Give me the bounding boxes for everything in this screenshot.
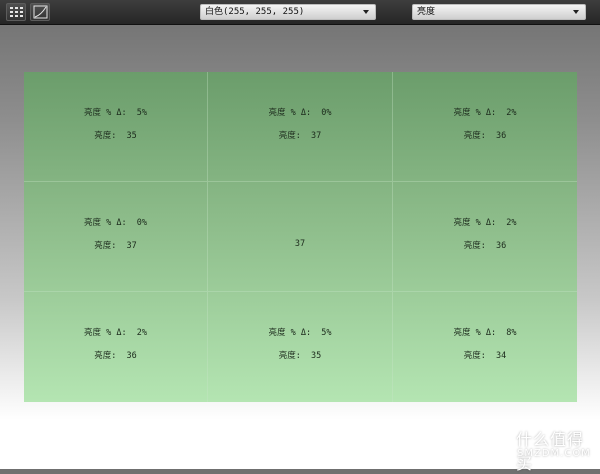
uniformity-grid: 亮度 % Δ: 5% 亮度: 35 亮度 % Δ: 0% 亮度: 37 亮度 %… bbox=[24, 72, 577, 402]
curve-chart-icon bbox=[33, 5, 48, 19]
luminance-delta: 亮度 % Δ: 5% bbox=[83, 108, 148, 118]
luminance-value: 37 bbox=[294, 239, 306, 249]
luminance-value: 亮度: 37 bbox=[94, 241, 137, 251]
luminance-value: 亮度: 36 bbox=[463, 131, 507, 141]
metric-select[interactable]: 亮度 bbox=[412, 4, 586, 20]
toolbar: 白色(255, 255, 255) 亮度 bbox=[0, 0, 600, 25]
luminance-delta: 亮度 % Δ: 0% bbox=[268, 108, 332, 118]
metric-select-value: 亮度 bbox=[417, 7, 436, 17]
luminance-value: 亮度: 36 bbox=[463, 241, 507, 251]
grid-cell-bottom-left: 亮度 % Δ: 2% 亮度: 36 bbox=[24, 292, 208, 402]
grid-view-icon bbox=[10, 7, 23, 17]
luminance-delta: 亮度 % Δ: 2% bbox=[83, 328, 148, 338]
luminance-value: 亮度: 35 bbox=[278, 351, 322, 361]
grid-cell-bottom-right: 亮度 % Δ: 8% 亮度: 34 bbox=[393, 292, 577, 402]
luminance-value: 亮度: 35 bbox=[94, 131, 137, 141]
watermark-url: SMZDM.COM bbox=[517, 448, 591, 459]
grid-cell-top-right: 亮度 % Δ: 2% 亮度: 36 bbox=[393, 72, 577, 182]
color-select-value: 白色(255, 255, 255) bbox=[205, 7, 305, 17]
chevron-down-icon bbox=[573, 10, 579, 14]
grid-cell-top-left: 亮度 % Δ: 5% 亮度: 35 bbox=[24, 72, 208, 182]
luminance-delta: 亮度 % Δ: 0% bbox=[83, 218, 148, 228]
color-select[interactable]: 白色(255, 255, 255) bbox=[200, 4, 376, 20]
smzdm-logo-icon bbox=[477, 427, 507, 457]
grid-cell-bottom-center: 亮度 % Δ: 5% 亮度: 35 bbox=[208, 292, 393, 402]
luminance-value: 亮度: 36 bbox=[94, 351, 137, 361]
luminance-delta: 亮度 % Δ: 2% bbox=[453, 218, 517, 228]
luminance-value: 亮度: 34 bbox=[463, 351, 507, 361]
luminance-delta: 亮度 % Δ: 5% bbox=[268, 328, 332, 338]
luminance-delta: 亮度 % Δ: 8% bbox=[453, 328, 517, 338]
grid-cell-center: 37 bbox=[208, 182, 393, 292]
grid-cell-middle-left: 亮度 % Δ: 0% 亮度: 37 bbox=[24, 182, 208, 292]
grid-cell-top-center: 亮度 % Δ: 0% 亮度: 37 bbox=[208, 72, 393, 182]
grid-cell-middle-right: 亮度 % Δ: 2% 亮度: 36 bbox=[393, 182, 577, 292]
luminance-delta: 亮度 % Δ: 2% bbox=[453, 108, 517, 118]
luminance-value: 亮度: 37 bbox=[278, 131, 322, 141]
curve-view-button[interactable] bbox=[30, 3, 50, 21]
grid-view-button[interactable] bbox=[6, 3, 26, 21]
chevron-down-icon bbox=[363, 10, 369, 14]
